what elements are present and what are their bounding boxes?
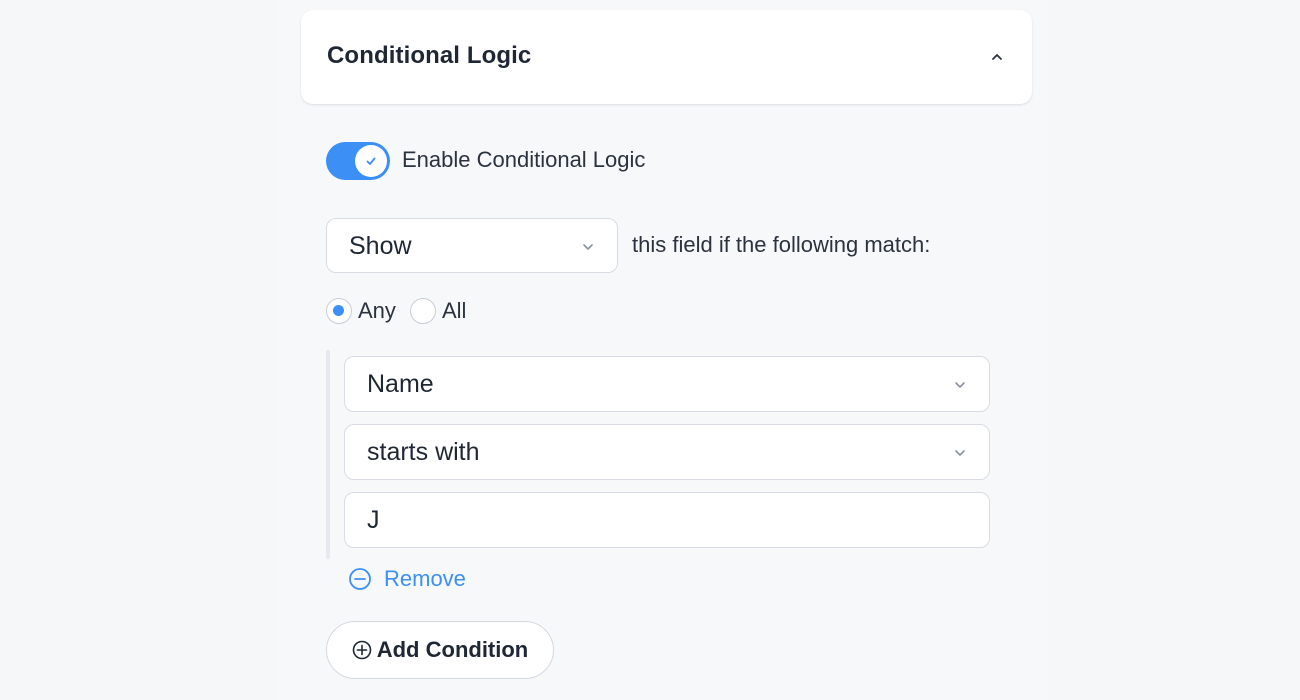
action-select[interactable]: Show bbox=[326, 218, 618, 273]
radio-all-label[interactable]: All bbox=[442, 298, 466, 324]
chevron-down-icon bbox=[955, 382, 965, 388]
enable-conditional-logic-toggle[interactable] bbox=[326, 142, 390, 180]
condition-field-value: Name bbox=[367, 370, 434, 398]
minus-circle-icon bbox=[349, 568, 371, 590]
condition-group-bar bbox=[326, 350, 330, 559]
condition-operator-select[interactable]: starts with bbox=[344, 424, 990, 480]
condition-field-select[interactable]: Name bbox=[344, 356, 990, 412]
add-condition-label: Add Condition bbox=[376, 637, 529, 662]
action-select-value: Show bbox=[349, 232, 412, 260]
radio-any[interactable] bbox=[326, 298, 352, 324]
toggle-knob bbox=[355, 145, 387, 177]
radio-all[interactable] bbox=[410, 298, 436, 324]
chevron-up-icon[interactable] bbox=[990, 50, 1004, 64]
toggle-label: Enable Conditional Logic bbox=[402, 147, 646, 172]
conditional-logic-section-header[interactable]: Conditional Logic bbox=[301, 10, 1032, 104]
check-icon bbox=[366, 157, 376, 165]
settings-panel bbox=[278, 0, 1048, 700]
add-condition-button[interactable]: Add Condition bbox=[326, 621, 554, 679]
match-description: this field if the following match: bbox=[632, 232, 931, 257]
condition-operator-value: starts with bbox=[367, 438, 480, 466]
condition-value-input[interactable] bbox=[344, 492, 990, 548]
remove-condition-link[interactable]: Remove bbox=[348, 564, 466, 594]
remove-label: Remove bbox=[384, 566, 466, 591]
section-title: Conditional Logic bbox=[327, 42, 532, 69]
radio-any-label[interactable]: Any bbox=[358, 298, 396, 324]
chevron-down-icon bbox=[583, 244, 593, 250]
plus-circle-icon bbox=[352, 640, 372, 660]
chevron-down-icon bbox=[955, 450, 965, 456]
